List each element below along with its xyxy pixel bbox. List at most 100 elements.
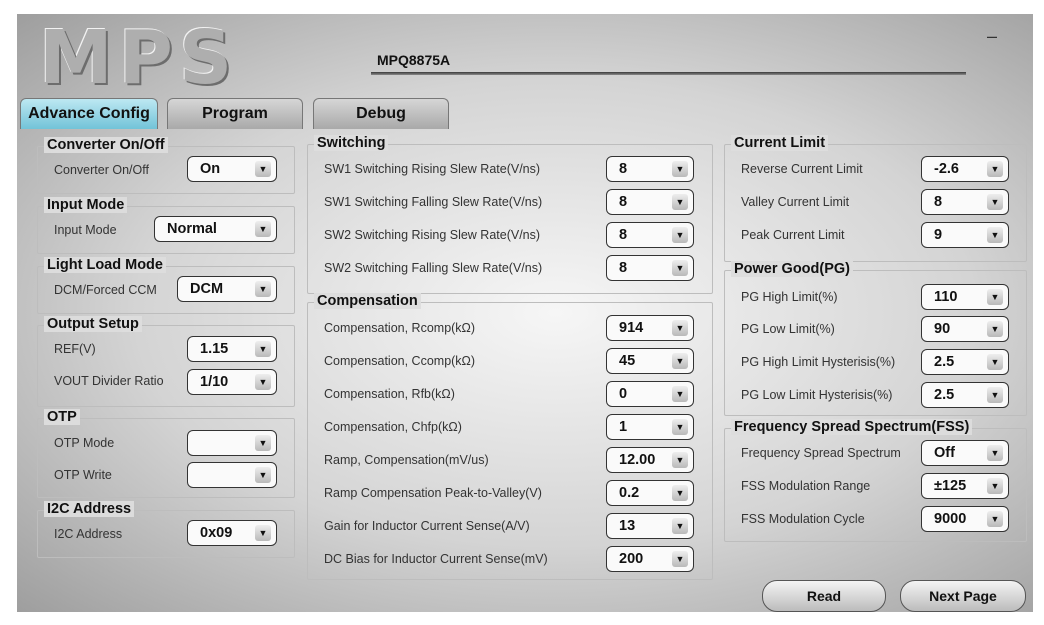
- dropdown-value: 9: [934, 227, 943, 243]
- chfp-dropdown[interactable]: 1 ▼: [606, 414, 694, 440]
- chevron-down-icon: ▼: [672, 194, 688, 210]
- converter-onoff-label: Converter On/Off: [54, 163, 149, 177]
- tab-program[interactable]: Program: [167, 98, 303, 129]
- current-limit-group: Current Limit Reverse Current Limit -2.6…: [724, 135, 1027, 262]
- fss-modulation-cycle-dropdown[interactable]: 9000 ▼: [921, 506, 1009, 532]
- rcomp-dropdown[interactable]: 914 ▼: [606, 315, 694, 341]
- dropdown-value: 45: [619, 353, 636, 369]
- app-window: MPS MPQ8875A – Advance Config Program De…: [17, 14, 1033, 612]
- chevron-down-icon: ▼: [672, 161, 688, 177]
- otp-mode-label: OTP Mode: [54, 436, 115, 450]
- chevron-down-icon: ▼: [672, 452, 688, 468]
- peak-current-limit-label: Peak Current Limit: [741, 228, 845, 242]
- sw2-rising-slew-rate-dropdown[interactable]: 8 ▼: [606, 222, 694, 248]
- sw2-rising-slew-rate-label: SW2 Switching Rising Slew Rate(V/ns): [324, 228, 541, 242]
- switching-group: Switching SW1 Switching Rising Slew Rate…: [307, 135, 713, 294]
- chevron-down-icon: ▼: [672, 419, 688, 435]
- product-name: MPQ8875A: [377, 52, 451, 68]
- ramp-compensation-dropdown[interactable]: 12.00 ▼: [606, 447, 694, 473]
- power-good-group: Power Good(PG) PG High Limit(%) 110 ▼ PG …: [724, 261, 1027, 416]
- ccomp-dropdown[interactable]: 45 ▼: [606, 348, 694, 374]
- dropdown-value: 13: [619, 518, 636, 534]
- sw1-rising-slew-rate-dropdown[interactable]: 8 ▼: [606, 156, 694, 182]
- converter-onoff-dropdown[interactable]: On ▼: [187, 156, 277, 182]
- dropdown-value: ±125: [934, 478, 967, 494]
- rfb-dropdown[interactable]: 0 ▼: [606, 381, 694, 407]
- output-setup-group: Output Setup REF(V) 1.15 ▼ VOUT Divider R…: [37, 316, 295, 407]
- ref-voltage-label: REF(V): [54, 342, 96, 356]
- pg-low-limit-hysteresis-dropdown[interactable]: 2.5 ▼: [921, 382, 1009, 408]
- sw2-falling-slew-rate-dropdown[interactable]: 8 ▼: [606, 255, 694, 281]
- fss-group: Frequency Spread Spectrum(FSS) Frequency…: [724, 419, 1027, 542]
- chevron-down-icon: ▼: [255, 374, 271, 390]
- peak-current-limit-dropdown[interactable]: 9 ▼: [921, 222, 1009, 248]
- chevron-down-icon: ▼: [987, 227, 1003, 243]
- chevron-down-icon: ▼: [987, 289, 1003, 305]
- i2c-address-dropdown[interactable]: 0x09 ▼: [187, 520, 277, 546]
- dropdown-value: Normal: [167, 221, 217, 237]
- ccomp-label: Compensation, Ccomp(kΩ): [324, 354, 476, 368]
- otp-write-dropdown[interactable]: ▼: [187, 462, 277, 488]
- sw1-rising-slew-rate-label: SW1 Switching Rising Slew Rate(V/ns): [324, 162, 541, 176]
- rfb-label: Compensation, Rfb(kΩ): [324, 387, 455, 401]
- inductor-current-sense-gain-label: Gain for Inductor Current Sense(A/V): [324, 519, 530, 533]
- pg-low-limit-hysteresis-label: PG Low Limit Hysterisis(%): [741, 388, 893, 402]
- fss-enable-dropdown[interactable]: Off ▼: [921, 440, 1009, 466]
- group-title: OTP: [44, 409, 80, 425]
- chevron-down-icon: ▼: [255, 221, 271, 237]
- group-title: I2C Address: [44, 501, 135, 517]
- otp-write-label: OTP Write: [54, 468, 112, 482]
- vout-divider-ratio-dropdown[interactable]: 1/10 ▼: [187, 369, 277, 395]
- group-title: Current Limit: [731, 135, 829, 151]
- minimize-button[interactable]: –: [987, 26, 997, 47]
- dropdown-value: 12.00: [619, 452, 656, 468]
- dcm-forced-ccm-dropdown[interactable]: DCM ▼: [177, 276, 277, 302]
- inductor-current-sense-gain-dropdown[interactable]: 13 ▼: [606, 513, 694, 539]
- tab-advance-config[interactable]: Advance Config: [20, 98, 158, 129]
- chevron-down-icon: ▼: [987, 445, 1003, 461]
- otp-mode-dropdown[interactable]: ▼: [187, 430, 277, 456]
- group-title: Frequency Spread Spectrum(FSS): [731, 419, 973, 435]
- inductor-current-sense-dc-bias-dropdown[interactable]: 200 ▼: [606, 546, 694, 572]
- read-button[interactable]: Read: [762, 580, 886, 612]
- dcm-forced-ccm-label: DCM/Forced CCM: [54, 283, 157, 297]
- pg-low-limit-label: PG Low Limit(%): [741, 322, 835, 336]
- group-title: Power Good(PG): [731, 261, 853, 277]
- dropdown-value: 8: [619, 161, 628, 177]
- rcomp-label: Compensation, Rcomp(kΩ): [324, 321, 476, 335]
- reverse-current-limit-label: Reverse Current Limit: [741, 162, 863, 176]
- chevron-down-icon: ▼: [672, 353, 688, 369]
- chevron-down-icon: ▼: [672, 551, 688, 567]
- sw2-falling-slew-rate-label: SW2 Switching Falling Slew Rate(V/ns): [324, 261, 543, 275]
- chevron-down-icon: ▼: [255, 341, 271, 357]
- next-page-button[interactable]: Next Page: [900, 580, 1026, 612]
- fss-modulation-range-dropdown[interactable]: ±125 ▼: [921, 473, 1009, 499]
- pg-low-limit-dropdown[interactable]: 90 ▼: [921, 316, 1009, 342]
- chevron-down-icon: ▼: [255, 435, 271, 451]
- ramp-peak-to-valley-label: Ramp Compensation Peak-to-Valley(V): [324, 486, 542, 500]
- chevron-down-icon: ▼: [987, 194, 1003, 210]
- i2c-address-group: I2C Address I2C Address 0x09 ▼: [37, 501, 295, 558]
- title-underline: [371, 72, 966, 75]
- dropdown-value: 1: [619, 419, 628, 435]
- group-title: Converter On/Off: [44, 137, 168, 153]
- group-title: Compensation: [314, 293, 421, 309]
- valley-current-limit-dropdown[interactable]: 8 ▼: [921, 189, 1009, 215]
- input-mode-dropdown[interactable]: Normal ▼: [154, 216, 277, 242]
- ref-voltage-dropdown[interactable]: 1.15 ▼: [187, 336, 277, 362]
- reverse-current-limit-dropdown[interactable]: -2.6 ▼: [921, 156, 1009, 182]
- sw1-falling-slew-rate-dropdown[interactable]: 8 ▼: [606, 189, 694, 215]
- tab-debug[interactable]: Debug: [313, 98, 449, 129]
- vout-divider-ratio-label: VOUT Divider Ratio: [54, 374, 164, 388]
- dropdown-value: 1/10: [200, 374, 229, 390]
- pg-high-limit-dropdown[interactable]: 110 ▼: [921, 284, 1009, 310]
- chfp-label: Compensation, Chfp(kΩ): [324, 420, 462, 434]
- dropdown-value: 90: [934, 321, 951, 337]
- ramp-peak-to-valley-dropdown[interactable]: 0.2 ▼: [606, 480, 694, 506]
- compensation-group: Compensation Compensation, Rcomp(kΩ) 914…: [307, 293, 713, 580]
- otp-group: OTP OTP Mode ▼ OTP Write ▼: [37, 409, 295, 498]
- pg-high-limit-hysteresis-dropdown[interactable]: 2.5 ▼: [921, 349, 1009, 375]
- dropdown-value: 200: [619, 551, 644, 567]
- chevron-down-icon: ▼: [672, 227, 688, 243]
- chevron-down-icon: ▼: [987, 161, 1003, 177]
